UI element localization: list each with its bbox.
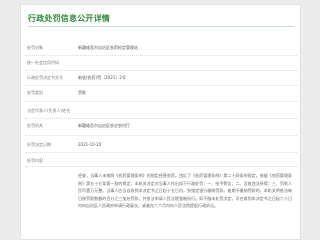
info-row-authority: 处罚机关 新疆维吾尔自治区农业农村厅	[25, 119, 297, 136]
row-label: 处罚类别	[27, 90, 43, 95]
row-label: 行政处罚决定书文号	[27, 75, 63, 80]
row-value: 新农(农药)罚〔2021〕2号	[78, 75, 126, 80]
page-title: 行政处罚信息公开详情	[28, 14, 110, 23]
info-row-credit-code: 统一社会信用代码	[25, 56, 297, 71]
info-row-decision-date: 处罚决定日期 2021-10-20	[25, 138, 297, 153]
info-row-subject: 处罚对象 新疆维吾尔自治区农药检定管理站	[25, 41, 297, 56]
row-label: 处罚内容	[27, 158, 43, 163]
row-value: 新疆维吾尔自治区农药检定管理站	[78, 45, 138, 50]
title-divider	[28, 26, 294, 27]
row-value: 2021-10-20	[78, 142, 102, 147]
info-row-legal-representative: 法定代表人(负责人)姓名	[25, 104, 297, 119]
row-value: 罚款	[78, 90, 86, 95]
row-value: 新疆维吾尔自治区农业农村厅	[78, 123, 130, 128]
row-label: 法定代表人(负责人)姓名	[27, 108, 71, 113]
info-row-decision-number: 行政处罚决定书文号 新农(农药)罚〔2021〕2号	[25, 71, 297, 86]
penalty-content-text: 经查，当事人未按照《农药管理条例》的规定经营农药，违反了《农药管理条例》第二十四…	[78, 173, 292, 208]
detail-panel: 行政处罚信息公开详情 处罚对象 新疆维吾尔自治区农药检定管理站 统一社会信用代码…	[20, 4, 301, 240]
row-label: 统一社会信用代码	[27, 60, 59, 65]
row-label: 处罚对象	[27, 45, 43, 50]
row-label: 处罚机关	[27, 123, 43, 128]
info-row-content-label: 处罚内容	[25, 154, 297, 167]
info-row-penalty-type: 处罚类别 罚款	[25, 86, 297, 102]
row-label: 处罚决定日期	[27, 142, 51, 147]
